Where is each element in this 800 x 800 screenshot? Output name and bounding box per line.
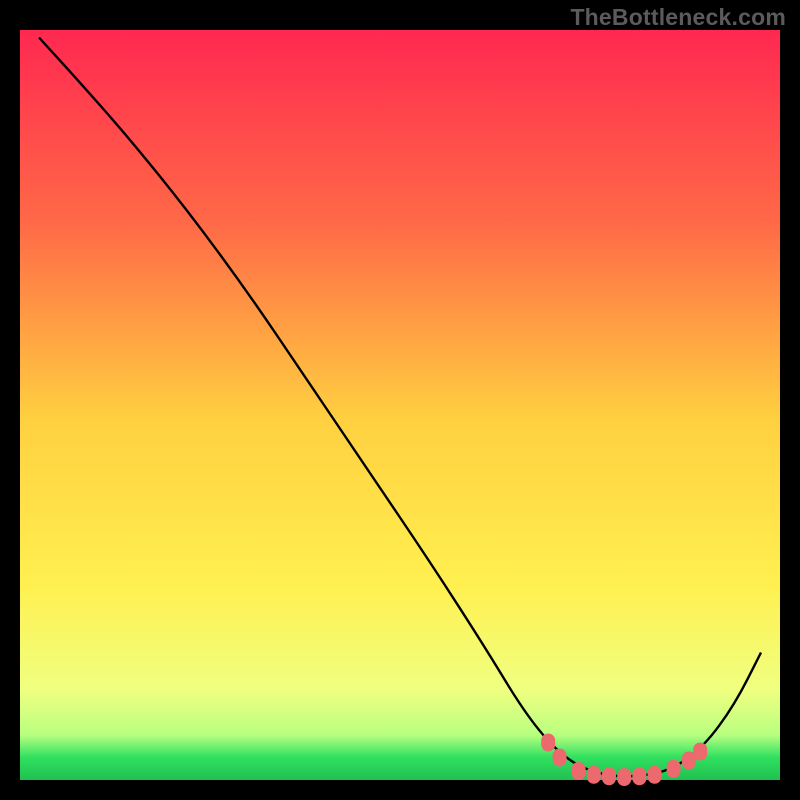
marker-dot	[693, 743, 707, 761]
marker-dot	[541, 734, 555, 752]
bottleneck-chart: TheBottleneck.com	[0, 0, 800, 800]
marker-dot	[602, 767, 616, 785]
attribution-label: TheBottleneck.com	[570, 4, 786, 31]
marker-dot	[572, 762, 586, 780]
marker-dot	[648, 766, 662, 784]
marker-dot	[553, 749, 567, 767]
marker-dot	[667, 760, 681, 778]
plot-background	[20, 30, 780, 780]
marker-dot	[632, 767, 646, 785]
marker-dot	[617, 768, 631, 786]
plot-svg	[0, 0, 800, 800]
marker-dot	[587, 766, 601, 784]
